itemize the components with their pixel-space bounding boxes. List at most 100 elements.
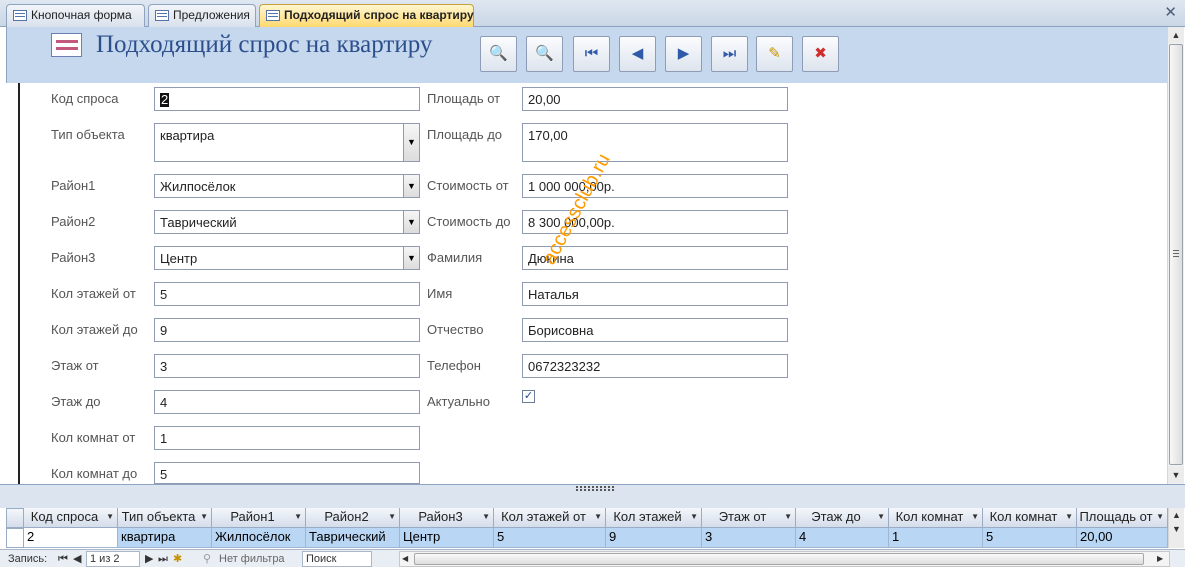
column-header[interactable]: Район1 ▼ bbox=[212, 508, 306, 528]
table-cell[interactable]: 4 bbox=[796, 528, 889, 548]
object-type-combo[interactable]: квартира ▼ bbox=[154, 123, 420, 162]
row-selector[interactable] bbox=[6, 528, 24, 548]
column-header[interactable]: Кол этажей ▼ bbox=[606, 508, 702, 528]
chevron-down-icon[interactable]: ▼ bbox=[1156, 508, 1164, 526]
chevron-down-icon[interactable]: ▼ bbox=[1065, 508, 1073, 526]
chevron-down-icon[interactable]: ▼ bbox=[294, 508, 302, 526]
floor-from-field[interactable]: 3 bbox=[154, 354, 420, 378]
table-cell[interactable]: 3 bbox=[702, 528, 796, 548]
datasheet-scrollbar[interactable]: ▲ ▼ bbox=[1168, 508, 1184, 548]
chevron-down-icon[interactable]: ▼ bbox=[594, 508, 602, 526]
price-from-field[interactable]: 1 000 000,00р. bbox=[522, 174, 788, 198]
form-header: Подходящий спрос на квартиру 🔍 🔍 ⏮ ◀ ▶ ⏭… bbox=[6, 27, 1167, 83]
scroll-left-icon[interactable]: ◀ bbox=[402, 552, 408, 566]
table-cell[interactable]: квартира bbox=[118, 528, 212, 548]
tab-offers[interactable]: Предложения bbox=[148, 4, 256, 27]
actual-checkbox[interactable]: ✓ bbox=[522, 390, 535, 403]
column-header[interactable]: Код спроса ▼ bbox=[24, 508, 118, 528]
first-record-button[interactable]: ⏮ bbox=[573, 36, 610, 72]
column-header[interactable]: Район3 ▼ bbox=[400, 508, 494, 528]
delete-record-button[interactable]: ✖ bbox=[802, 36, 839, 72]
new-record-button[interactable]: ✎ bbox=[756, 36, 793, 72]
district-2-combo[interactable]: Таврический ▼ bbox=[154, 210, 420, 234]
search-input[interactable]: Поиск bbox=[302, 551, 372, 567]
scroll-right-icon[interactable]: ▶ bbox=[1157, 552, 1163, 566]
chevron-down-icon[interactable]: ▼ bbox=[971, 508, 979, 526]
chevron-down-icon[interactable]: ▼ bbox=[690, 508, 698, 526]
filter-status[interactable]: Нет фильтра bbox=[219, 552, 285, 566]
select-all-cell[interactable] bbox=[6, 508, 24, 528]
table-cell[interactable]: 20,00 bbox=[1077, 528, 1168, 548]
column-header[interactable]: Кол этажей от ▼ bbox=[494, 508, 606, 528]
column-header-label: Район3 bbox=[418, 509, 463, 524]
chevron-down-icon[interactable]: ▼ bbox=[200, 508, 208, 526]
new-record-icon[interactable]: ✱ bbox=[173, 552, 182, 566]
previous-record-icon[interactable]: ◀ bbox=[73, 552, 81, 566]
chevron-down-icon[interactable]: ▼ bbox=[403, 247, 419, 269]
floors-to-field[interactable]: 9 bbox=[154, 318, 420, 342]
last-record-icon[interactable]: ⏭ bbox=[158, 552, 168, 566]
scroll-down-icon[interactable]: ▼ bbox=[1172, 524, 1181, 534]
demand-code-field[interactable]: 2 bbox=[154, 87, 420, 111]
chevron-down-icon[interactable]: ▼ bbox=[403, 175, 419, 197]
chevron-down-icon[interactable]: ▼ bbox=[784, 508, 792, 526]
table-cell[interactable]: 5 bbox=[494, 528, 606, 548]
area-from-field[interactable]: 20,00 bbox=[522, 87, 788, 111]
rooms-from-field[interactable]: 1 bbox=[154, 426, 420, 450]
column-header[interactable]: Район2 ▼ bbox=[306, 508, 400, 528]
column-header[interactable]: Кол комнат ▼ bbox=[983, 508, 1077, 528]
table-cell[interactable]: Таврический bbox=[306, 528, 400, 548]
next-record-icon[interactable]: ▶ bbox=[145, 552, 153, 566]
column-header[interactable]: Кол комнат ▼ bbox=[889, 508, 983, 528]
record-label: Запись: bbox=[8, 553, 48, 565]
floor-to-field[interactable]: 4 bbox=[154, 390, 420, 414]
split-form-divider[interactable] bbox=[0, 484, 1185, 508]
chevron-down-icon[interactable]: ▼ bbox=[403, 124, 419, 161]
scroll-up-icon[interactable]: ▲ bbox=[1172, 510, 1181, 520]
phone-field[interactable]: 0672323232 bbox=[522, 354, 788, 378]
scroll-up-icon[interactable]: ▲ bbox=[1168, 27, 1184, 43]
chevron-down-icon[interactable]: ▼ bbox=[877, 508, 885, 526]
table-cell[interactable]: 5 bbox=[983, 528, 1077, 548]
chevron-down-icon[interactable]: ▼ bbox=[482, 508, 490, 526]
area-to-field[interactable]: 170,00 bbox=[522, 123, 788, 162]
last-record-button[interactable]: ⏭ bbox=[711, 36, 748, 72]
district-1-combo[interactable]: Жилпосёлок ▼ bbox=[154, 174, 420, 198]
scroll-thumb[interactable] bbox=[1169, 44, 1183, 465]
chevron-down-icon[interactable]: ▼ bbox=[388, 508, 396, 526]
next-record-button[interactable]: ▶ bbox=[665, 36, 702, 72]
table-cell[interactable]: 9 bbox=[606, 528, 702, 548]
column-header[interactable]: Этаж от ▼ bbox=[702, 508, 796, 528]
chevron-down-icon[interactable]: ▼ bbox=[106, 508, 114, 526]
rooms-to-field[interactable]: 5 bbox=[154, 462, 420, 484]
table-cell[interactable]: Центр bbox=[400, 528, 494, 548]
label-district-1: Район1 bbox=[51, 178, 96, 193]
tab-switchboard[interactable]: Кнопочная форма bbox=[6, 4, 145, 27]
column-header[interactable]: Площадь от ▼ bbox=[1077, 508, 1168, 528]
current-record-input[interactable]: 1 из 2 bbox=[86, 551, 140, 567]
scroll-down-icon[interactable]: ▼ bbox=[1168, 467, 1184, 483]
record-selector[interactable] bbox=[6, 83, 20, 484]
scroll-thumb[interactable] bbox=[414, 553, 1144, 565]
first-name-field[interactable]: Наталья bbox=[522, 282, 788, 306]
first-record-icon[interactable]: ⏮ bbox=[58, 552, 68, 566]
table-cell[interactable]: Жилпосёлок bbox=[212, 528, 306, 548]
chevron-down-icon[interactable]: ▼ bbox=[403, 211, 419, 233]
previous-record-button[interactable]: ◀ bbox=[619, 36, 656, 72]
district-3-combo[interactable]: Центр ▼ bbox=[154, 246, 420, 270]
find-button[interactable]: 🔍 bbox=[480, 36, 517, 72]
table-cell[interactable]: 1 bbox=[889, 528, 983, 548]
close-icon[interactable]: ✕ bbox=[1164, 4, 1177, 22]
find-next-button[interactable]: 🔍 bbox=[526, 36, 563, 72]
tab-matching-demand[interactable]: Подходящий спрос на квартиру bbox=[259, 4, 474, 27]
column-header[interactable]: Этаж до ▼ bbox=[796, 508, 889, 528]
horizontal-scrollbar[interactable]: ◀ ▶ bbox=[399, 551, 1170, 567]
column-header[interactable]: Тип объекта ▼ bbox=[118, 508, 212, 528]
vertical-scrollbar[interactable]: ▲ ▼ bbox=[1167, 27, 1184, 484]
table-cell[interactable]: 2 bbox=[24, 528, 118, 548]
new-record-icon: ✎ bbox=[768, 45, 781, 62]
form-icon bbox=[51, 33, 82, 57]
filter-icon[interactable]: ⚲ bbox=[203, 552, 211, 566]
patronymic-field[interactable]: Борисовна bbox=[522, 318, 788, 342]
floors-from-field[interactable]: 5 bbox=[154, 282, 420, 306]
